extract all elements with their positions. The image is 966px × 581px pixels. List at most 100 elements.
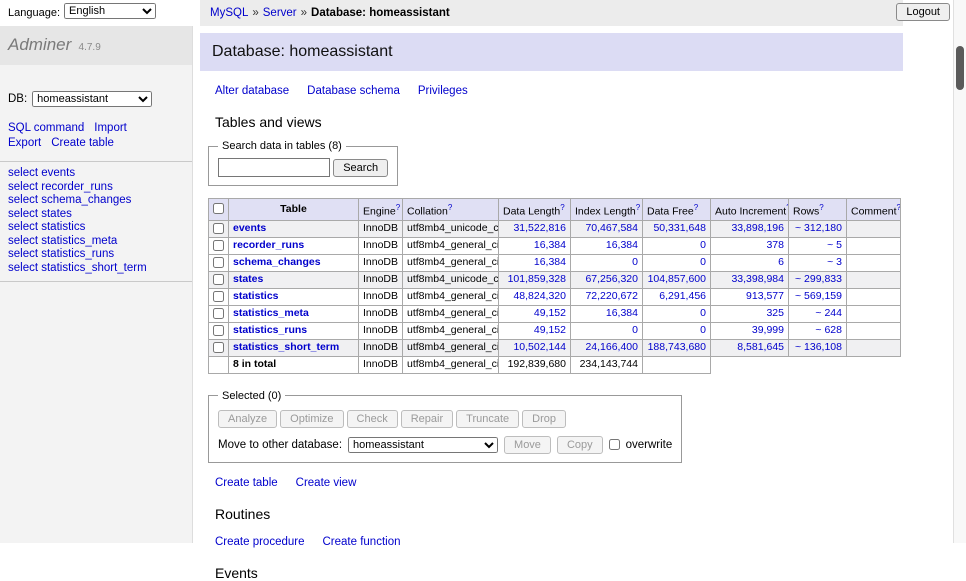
search-button[interactable]: Search [333, 159, 388, 177]
cell-rows-link[interactable]: ~ 136,108 [795, 341, 842, 353]
sidebar-item-select-states[interactable]: select states [8, 208, 72, 220]
move-button[interactable]: Move [504, 436, 551, 454]
row-checkbox-schema-changes[interactable] [213, 257, 224, 268]
create-procedure-link[interactable]: Create procedure [215, 536, 305, 548]
truncate-button[interactable]: Truncate [456, 410, 519, 428]
row-checkbox-statistics-short-term[interactable] [213, 342, 224, 353]
cell-index-length-link[interactable]: 70,467,584 [585, 222, 638, 234]
scrollbar-thumb[interactable] [956, 46, 964, 90]
cell-auto-increment-link[interactable]: 8,581,645 [737, 341, 784, 353]
row-checkbox-states[interactable] [213, 274, 224, 285]
create-table-link-sidebar[interactable]: Create table [51, 137, 114, 149]
sidebar-item-select-statistics[interactable]: select statistics [8, 221, 85, 233]
cell-index-length-link[interactable]: 24,166,400 [585, 341, 638, 353]
sidebar-item-select-statistics-runs[interactable]: select statistics_runs [8, 248, 114, 260]
table-link-states[interactable]: states [233, 273, 263, 285]
row-checkbox-events[interactable] [213, 223, 224, 234]
row-checkbox-statistics-meta[interactable] [213, 308, 224, 319]
cell-data-length-link[interactable]: 16,384 [534, 256, 566, 268]
cell-auto-increment-link[interactable]: 39,999 [752, 324, 784, 336]
cell-index-length-link[interactable]: 0 [632, 256, 638, 268]
table-link-schema-changes[interactable]: schema_changes [233, 256, 321, 268]
cell-rows-link[interactable]: ~ 3 [827, 256, 842, 268]
cell-auto-increment-link[interactable]: 6 [778, 256, 784, 268]
cell-data-length-link[interactable]: 49,152 [534, 307, 566, 319]
help-marker[interactable]: ? [560, 203, 564, 212]
help-marker[interactable]: ? [636, 203, 640, 212]
cell-data-free-link[interactable]: 0 [700, 256, 706, 268]
cell-data-free-link[interactable]: 0 [700, 307, 706, 319]
cell-data-free-link[interactable]: 50,331,648 [653, 222, 706, 234]
cell-index-length-link[interactable]: 67,256,320 [585, 273, 638, 285]
breadcrumb-mysql-link[interactable]: MySQL [210, 7, 248, 19]
breadcrumb-server-link[interactable]: Server [263, 7, 297, 19]
cell-auto-increment-link[interactable]: 913,577 [746, 290, 784, 302]
cell-rows-link[interactable]: ~ 569,159 [795, 290, 842, 302]
sql-command-link[interactable]: SQL command [8, 122, 84, 134]
cell-index-length-link[interactable]: 0 [632, 324, 638, 336]
help-marker[interactable]: ? [396, 203, 400, 212]
copy-button[interactable]: Copy [557, 436, 603, 454]
cell-auto-increment-link[interactable]: 378 [766, 239, 784, 251]
cell-auto-increment-link[interactable]: 33,898,196 [731, 222, 784, 234]
table-link-events[interactable]: events [233, 222, 266, 234]
drop-button[interactable]: Drop [522, 410, 566, 428]
alter-database-link[interactable]: Alter database [215, 85, 289, 97]
sidebar-item-select-recorder-runs[interactable]: select recorder_runs [8, 181, 113, 193]
cell-data-length-link[interactable]: 16,384 [534, 239, 566, 251]
cell-rows-link[interactable]: ~ 5 [827, 239, 842, 251]
cell-auto-increment-link[interactable]: 33,398,984 [731, 273, 784, 285]
table-link-statistics-runs[interactable]: statistics_runs [233, 324, 307, 336]
table-link-recorder-runs[interactable]: recorder_runs [233, 239, 304, 251]
sidebar-item-select-events[interactable]: select events [8, 167, 75, 179]
sidebar-item-select-statistics-meta[interactable]: select statistics_meta [8, 235, 117, 247]
adminer-logo[interactable]: Adminer [8, 35, 71, 54]
row-checkbox-recorder-runs[interactable] [213, 240, 224, 251]
row-checkbox-statistics[interactable] [213, 291, 224, 302]
help-marker[interactable]: ? [694, 203, 698, 212]
optimize-button[interactable]: Optimize [280, 410, 343, 428]
logout-button[interactable]: Logout [896, 3, 950, 21]
table-link-statistics-meta[interactable]: statistics_meta [233, 307, 309, 319]
analyze-button[interactable]: Analyze [218, 410, 277, 428]
cell-rows-link[interactable]: ~ 312,180 [795, 222, 842, 234]
cell-rows-link[interactable]: ~ 244 [815, 307, 842, 319]
cell-data-length-link[interactable]: 101,859,328 [508, 273, 566, 285]
create-function-link[interactable]: Create function [323, 536, 401, 548]
create-table-link[interactable]: Create table [215, 477, 278, 489]
import-link[interactable]: Import [94, 122, 127, 134]
cell-index-length-link[interactable]: 16,384 [606, 239, 638, 251]
language-select[interactable]: English [64, 3, 156, 19]
create-view-link[interactable]: Create view [296, 477, 357, 489]
cell-rows-link[interactable]: ~ 628 [815, 324, 842, 336]
privileges-link[interactable]: Privileges [418, 85, 468, 97]
cell-auto-increment-link[interactable]: 325 [766, 307, 784, 319]
search-input[interactable] [218, 158, 330, 177]
sidebar-item-select-schema-changes[interactable]: select schema_changes [8, 194, 131, 206]
db-select[interactable]: homeassistant [32, 91, 152, 107]
cell-data-free-link[interactable]: 104,857,600 [648, 273, 706, 285]
cell-data-free-link[interactable]: 0 [700, 239, 706, 251]
row-checkbox-statistics-runs[interactable] [213, 325, 224, 336]
help-marker[interactable]: ? [897, 203, 901, 212]
table-link-statistics-short-term[interactable]: statistics_short_term [233, 341, 339, 353]
cell-data-length-link[interactable]: 48,824,320 [513, 290, 566, 302]
cell-data-free-link[interactable]: 6,291,456 [659, 290, 706, 302]
check-button[interactable]: Check [347, 410, 398, 428]
repair-button[interactable]: Repair [401, 410, 453, 428]
export-link[interactable]: Export [8, 137, 41, 149]
cell-data-free-link[interactable]: 188,743,680 [648, 341, 706, 353]
cell-data-length-link[interactable]: 10,502,144 [513, 341, 566, 353]
select-all-checkbox[interactable] [213, 203, 224, 214]
sidebar-item-select-statistics-short-term[interactable]: select statistics_short_term [8, 262, 147, 274]
cell-index-length-link[interactable]: 16,384 [606, 307, 638, 319]
cell-index-length-link[interactable]: 72,220,672 [585, 290, 638, 302]
help-marker[interactable]: ? [819, 203, 823, 212]
database-schema-link[interactable]: Database schema [307, 85, 400, 97]
scrollbar[interactable] [953, 0, 966, 543]
overwrite-checkbox[interactable] [609, 439, 620, 450]
help-marker[interactable]: ? [448, 203, 452, 212]
table-link-statistics[interactable]: statistics [233, 290, 279, 302]
move-db-select[interactable]: homeassistant [348, 437, 498, 453]
cell-data-length-link[interactable]: 31,522,816 [513, 222, 566, 234]
